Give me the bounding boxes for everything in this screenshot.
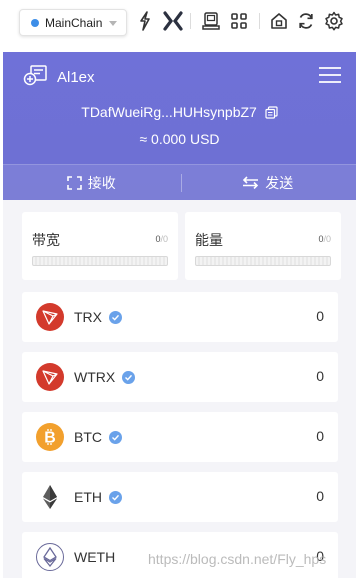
wtrx-logo-icon bbox=[36, 363, 64, 391]
network-select[interactable]: MainChain bbox=[19, 9, 127, 36]
lock-icon[interactable] bbox=[268, 10, 290, 32]
total-balance: ≈ 0.000 USD bbox=[139, 131, 220, 147]
wallet-header: Al1ex TDafWueiRg...HUHsynpbZ7 ≈ 0.000 US… bbox=[3, 52, 356, 200]
ledger-icon[interactable] bbox=[200, 10, 222, 32]
token-symbol: WETH bbox=[74, 549, 116, 565]
verified-icon bbox=[122, 370, 136, 384]
toolbar-divider bbox=[259, 13, 260, 29]
network-status-dot bbox=[31, 18, 39, 27]
chevron-down-icon bbox=[109, 21, 117, 26]
bandwidth-card[interactable]: 带宽 0/0 bbox=[22, 212, 178, 280]
token-balance: 0 bbox=[316, 308, 324, 324]
top-toolbar: MainChain bbox=[0, 0, 358, 44]
token-row-eth[interactable]: ETH 0 bbox=[22, 472, 338, 522]
grid-icon[interactable] bbox=[228, 10, 250, 32]
verified-icon bbox=[109, 430, 122, 444]
hamburger-menu-icon[interactable] bbox=[318, 66, 342, 89]
bandwidth-progress-bar bbox=[32, 256, 168, 266]
token-balance: 0 bbox=[316, 488, 324, 504]
token-symbol: WTRX bbox=[74, 369, 116, 385]
copy-icon[interactable] bbox=[265, 106, 278, 122]
toolbar-divider bbox=[190, 13, 191, 29]
svg-text:B: B bbox=[44, 430, 56, 447]
energy-label: 能量 bbox=[195, 232, 223, 248]
token-symbol: ETH bbox=[74, 489, 102, 505]
settings-icon[interactable] bbox=[323, 10, 345, 32]
transfer-arrows-icon bbox=[242, 176, 259, 189]
action-bar: 接收 发送 bbox=[3, 164, 356, 200]
btc-logo-icon: B bbox=[36, 423, 64, 451]
wallet-switcher[interactable]: Al1ex bbox=[23, 64, 95, 91]
verified-icon bbox=[109, 310, 122, 324]
wallet-add-icon bbox=[23, 64, 49, 91]
receive-label: 接收 bbox=[87, 174, 116, 191]
network-label: MainChain bbox=[45, 15, 103, 30]
token-balance: 0 bbox=[316, 428, 324, 444]
weth-logo-icon bbox=[36, 543, 64, 571]
token-row-trx[interactable]: TRX 0 bbox=[22, 292, 338, 342]
x-logo-icon[interactable] bbox=[162, 10, 184, 32]
scan-icon bbox=[66, 175, 82, 190]
eth-logo-icon bbox=[36, 483, 64, 511]
bandwidth-value: 0/0 bbox=[155, 234, 168, 244]
wallet-name: Al1ex bbox=[57, 69, 95, 86]
bolt-icon[interactable] bbox=[134, 10, 156, 32]
verified-icon bbox=[109, 490, 122, 504]
address-row: TDafWueiRg...HUHsynpbZ7 bbox=[3, 104, 356, 122]
energy-card[interactable]: 能量 0/0 bbox=[185, 212, 341, 280]
energy-value: 0/0 bbox=[318, 234, 331, 244]
send-button[interactable]: 发送 bbox=[180, 165, 357, 200]
send-label: 发送 bbox=[265, 174, 294, 191]
token-row-btc[interactable]: B BTC 0 bbox=[22, 412, 338, 462]
token-row-wtrx[interactable]: WTRX 0 bbox=[22, 352, 338, 402]
token-symbol: TRX bbox=[74, 309, 102, 325]
bandwidth-label: 带宽 bbox=[32, 232, 60, 248]
token-balance: 0 bbox=[316, 368, 324, 384]
receive-button[interactable]: 接收 bbox=[3, 165, 180, 200]
trx-logo-icon bbox=[36, 303, 64, 331]
energy-progress-bar bbox=[195, 256, 331, 266]
wallet-address: TDafWueiRg...HUHsynpbZ7 bbox=[81, 104, 257, 120]
action-divider bbox=[181, 174, 182, 192]
asset-content: 带宽 0/0 能量 0/0 TRX 0 WTRX 0 B BTC 0 ETH 0… bbox=[3, 200, 356, 578]
watermark: https://blog.csdn.net/Fly_hps bbox=[148, 551, 327, 567]
token-symbol: BTC bbox=[74, 429, 102, 445]
refresh-icon[interactable] bbox=[295, 10, 317, 32]
